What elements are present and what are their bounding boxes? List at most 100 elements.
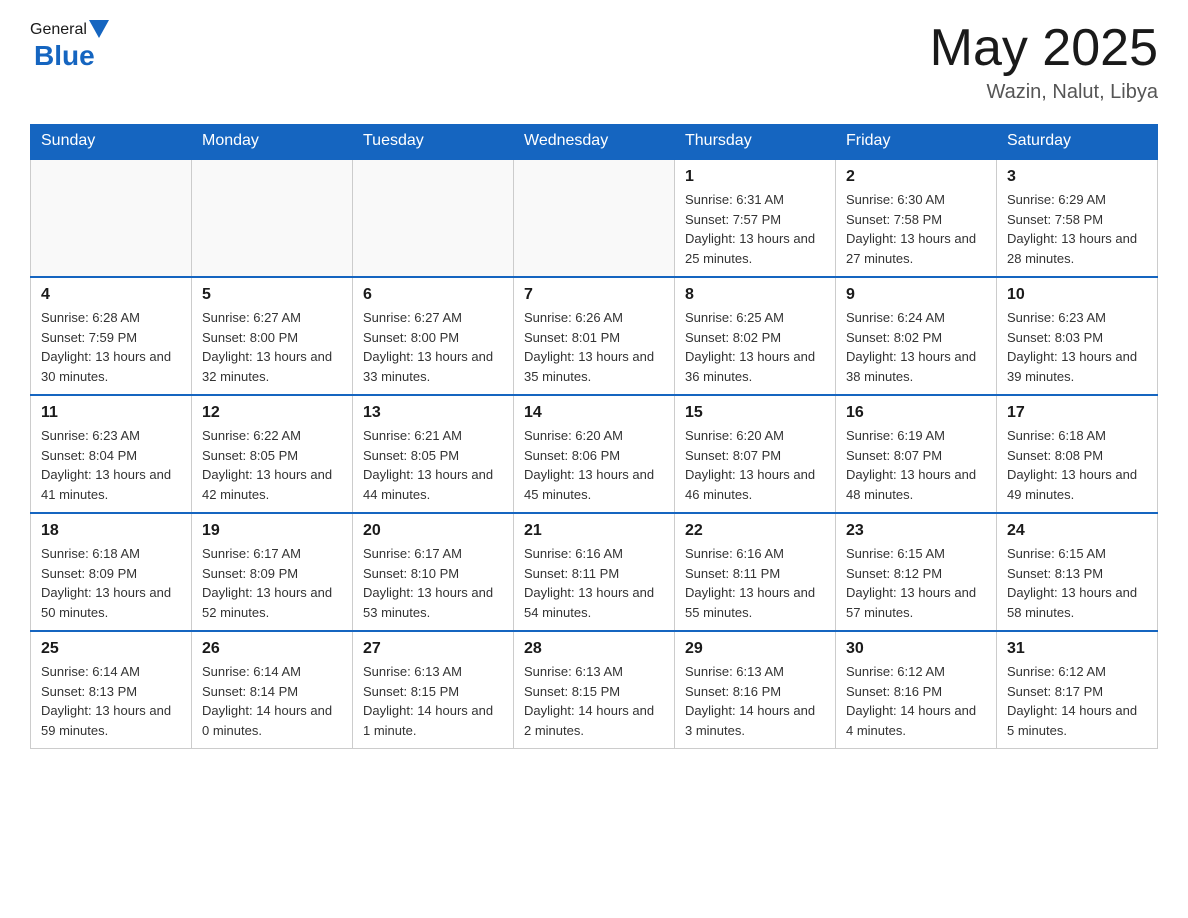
day-number: 11 xyxy=(41,404,181,422)
day-of-week-header: Sunday xyxy=(31,124,192,159)
calendar-cell: 29Sunrise: 6:13 AM Sunset: 8:16 PM Dayli… xyxy=(675,631,836,749)
calendar-cell: 31 Sunrise: 6:12 AM Sunset: 8:17 PM Dayli… xyxy=(997,631,1158,749)
day-of-week-header: Monday xyxy=(192,124,353,159)
day-number: 17 xyxy=(1007,404,1147,422)
day-info: Sunrise: 6:23 AM Sunset: 8:03 PM Dayligh… xyxy=(1007,308,1147,386)
calendar-cell: 13Sunrise: 6:21 AM Sunset: 8:05 PM Dayli… xyxy=(353,395,514,513)
day-info: Sunrise: 6:14 AM Sunset: 8:14 PM Dayligh… xyxy=(202,662,342,740)
day-of-week-header: Saturday xyxy=(997,124,1158,159)
day-info: Sunrise: 6:28 AM Sunset: 7:59 PM Dayligh… xyxy=(41,308,181,386)
day-of-week-header: Wednesday xyxy=(514,124,675,159)
day-info: Sunrise: 6:27 AM Sunset: 8:00 PM Dayligh… xyxy=(202,308,342,386)
day-info: Sunrise: 6:30 AM Sunset: 7:58 PM Dayligh… xyxy=(846,190,986,268)
day-info: Sunrise: 6:12 AM Sunset: 8:16 PM Dayligh… xyxy=(846,662,986,740)
day-number: 19 xyxy=(202,522,342,540)
calendar-cell: 16 Sunrise: 6:19 AM Sunset: 8:07 PM Dayli… xyxy=(836,395,997,513)
calendar-cell: 3 Sunrise: 6:29 AM Sunset: 7:58 PM Daylig… xyxy=(997,159,1158,277)
calendar-cell: 24 Sunrise: 6:15 AM Sunset: 8:13 PM Dayli… xyxy=(997,513,1158,631)
day-info: Sunrise: 6:13 AM Sunset: 8:15 PM Dayligh… xyxy=(524,662,664,740)
day-info: Sunrise: 6:14 AM Sunset: 8:13 PM Dayligh… xyxy=(41,662,181,740)
calendar-cell xyxy=(514,159,675,277)
day-number: 28 xyxy=(524,640,664,658)
calendar-cell xyxy=(353,159,514,277)
calendar-cell: 10 Sunrise: 6:23 AM Sunset: 8:03 PM Dayli… xyxy=(997,277,1158,395)
calendar-cell: 15 Sunrise: 6:20 AM Sunset: 8:07 PM Dayli… xyxy=(675,395,836,513)
day-info: Sunrise: 6:27 AM Sunset: 8:00 PM Dayligh… xyxy=(363,308,503,386)
day-info: Sunrise: 6:15 AM Sunset: 8:12 PM Dayligh… xyxy=(846,544,986,622)
day-info: Sunrise: 6:19 AM Sunset: 8:07 PM Dayligh… xyxy=(846,426,986,504)
day-number: 27 xyxy=(363,640,503,658)
calendar-cell xyxy=(31,159,192,277)
calendar-cell: 21 Sunrise: 6:16 AM Sunset: 8:11 PM Dayli… xyxy=(514,513,675,631)
location-subtitle: Wazin, Nalut, Libya xyxy=(930,81,1158,104)
calendar-cell: 22Sunrise: 6:16 AM Sunset: 8:11 PM Dayli… xyxy=(675,513,836,631)
day-number: 20 xyxy=(363,522,503,540)
calendar-cell: 14 Sunrise: 6:20 AM Sunset: 8:06 PM Dayli… xyxy=(514,395,675,513)
calendar-cell: 27 Sunrise: 6:13 AM Sunset: 8:15 PM Dayli… xyxy=(353,631,514,749)
page-header: General Blue May 2025 Wazin, Nalut, Liby… xyxy=(30,20,1158,104)
day-number: 10 xyxy=(1007,286,1147,304)
day-info: Sunrise: 6:29 AM Sunset: 7:58 PM Dayligh… xyxy=(1007,190,1147,268)
calendar-cell: 1Sunrise: 6:31 AM Sunset: 7:57 PM Daylig… xyxy=(675,159,836,277)
day-info: Sunrise: 6:31 AM Sunset: 7:57 PM Dayligh… xyxy=(685,190,825,268)
day-number: 23 xyxy=(846,522,986,540)
calendar-cell: 26 Sunrise: 6:14 AM Sunset: 8:14 PM Dayli… xyxy=(192,631,353,749)
day-info: Sunrise: 6:23 AM Sunset: 8:04 PM Dayligh… xyxy=(41,426,181,504)
calendar-cell: 4 Sunrise: 6:28 AM Sunset: 7:59 PM Daylig… xyxy=(31,277,192,395)
calendar-cell: 17 Sunrise: 6:18 AM Sunset: 8:08 PM Dayli… xyxy=(997,395,1158,513)
day-number: 7 xyxy=(524,286,664,304)
day-number: 29 xyxy=(685,640,825,658)
day-info: Sunrise: 6:26 AM Sunset: 8:01 PM Dayligh… xyxy=(524,308,664,386)
calendar-week-row: 4 Sunrise: 6:28 AM Sunset: 7:59 PM Daylig… xyxy=(31,277,1158,395)
calendar-cell: 7 Sunrise: 6:26 AM Sunset: 8:01 PM Daylig… xyxy=(514,277,675,395)
day-info: Sunrise: 6:25 AM Sunset: 8:02 PM Dayligh… xyxy=(685,308,825,386)
day-number: 26 xyxy=(202,640,342,658)
calendar-cell: 30 Sunrise: 6:12 AM Sunset: 8:16 PM Dayli… xyxy=(836,631,997,749)
calendar-cell: 28 Sunrise: 6:13 AM Sunset: 8:15 PM Dayli… xyxy=(514,631,675,749)
day-of-week-header: Friday xyxy=(836,124,997,159)
day-info: Sunrise: 6:20 AM Sunset: 8:07 PM Dayligh… xyxy=(685,426,825,504)
calendar-cell: 20 Sunrise: 6:17 AM Sunset: 8:10 PM Dayli… xyxy=(353,513,514,631)
day-info: Sunrise: 6:22 AM Sunset: 8:05 PM Dayligh… xyxy=(202,426,342,504)
day-info: Sunrise: 6:21 AM Sunset: 8:05 PM Dayligh… xyxy=(363,426,503,504)
day-number: 21 xyxy=(524,522,664,540)
day-info: Sunrise: 6:16 AM Sunset: 8:11 PM Dayligh… xyxy=(524,544,664,622)
day-info: Sunrise: 6:17 AM Sunset: 8:10 PM Dayligh… xyxy=(363,544,503,622)
calendar-cell: 9 Sunrise: 6:24 AM Sunset: 8:02 PM Daylig… xyxy=(836,277,997,395)
calendar-cell: 19 Sunrise: 6:17 AM Sunset: 8:09 PM Dayli… xyxy=(192,513,353,631)
day-number: 30 xyxy=(846,640,986,658)
logo-blue-text: Blue xyxy=(34,40,109,72)
day-info: Sunrise: 6:15 AM Sunset: 8:13 PM Dayligh… xyxy=(1007,544,1147,622)
calendar-week-row: 11 Sunrise: 6:23 AM Sunset: 8:04 PM Dayli… xyxy=(31,395,1158,513)
day-info: Sunrise: 6:13 AM Sunset: 8:15 PM Dayligh… xyxy=(363,662,503,740)
day-info: Sunrise: 6:24 AM Sunset: 8:02 PM Dayligh… xyxy=(846,308,986,386)
calendar-cell: 5Sunrise: 6:27 AM Sunset: 8:00 PM Daylig… xyxy=(192,277,353,395)
day-info: Sunrise: 6:20 AM Sunset: 8:06 PM Dayligh… xyxy=(524,426,664,504)
day-info: Sunrise: 6:17 AM Sunset: 8:09 PM Dayligh… xyxy=(202,544,342,622)
day-number: 12 xyxy=(202,404,342,422)
calendar-week-row: 1Sunrise: 6:31 AM Sunset: 7:57 PM Daylig… xyxy=(31,159,1158,277)
calendar-cell: 18Sunrise: 6:18 AM Sunset: 8:09 PM Dayli… xyxy=(31,513,192,631)
day-info: Sunrise: 6:12 AM Sunset: 8:17 PM Dayligh… xyxy=(1007,662,1147,740)
day-number: 31 xyxy=(1007,640,1147,658)
calendar-week-row: 25Sunrise: 6:14 AM Sunset: 8:13 PM Dayli… xyxy=(31,631,1158,749)
logo-triangle-icon xyxy=(89,20,109,38)
calendar-cell: 23 Sunrise: 6:15 AM Sunset: 8:12 PM Dayli… xyxy=(836,513,997,631)
day-number: 6 xyxy=(363,286,503,304)
day-number: 24 xyxy=(1007,522,1147,540)
day-of-week-header: Tuesday xyxy=(353,124,514,159)
day-number: 3 xyxy=(1007,168,1147,186)
calendar-cell: 25Sunrise: 6:14 AM Sunset: 8:13 PM Dayli… xyxy=(31,631,192,749)
day-number: 16 xyxy=(846,404,986,422)
logo: General Blue xyxy=(30,20,109,72)
calendar-table: SundayMondayTuesdayWednesdayThursdayFrid… xyxy=(30,124,1158,749)
day-number: 15 xyxy=(685,404,825,422)
day-number: 4 xyxy=(41,286,181,304)
day-number: 22 xyxy=(685,522,825,540)
calendar-cell: 8 Sunrise: 6:25 AM Sunset: 8:02 PM Daylig… xyxy=(675,277,836,395)
day-number: 8 xyxy=(685,286,825,304)
day-info: Sunrise: 6:18 AM Sunset: 8:08 PM Dayligh… xyxy=(1007,426,1147,504)
day-number: 9 xyxy=(846,286,986,304)
day-number: 14 xyxy=(524,404,664,422)
calendar-week-row: 18Sunrise: 6:18 AM Sunset: 8:09 PM Dayli… xyxy=(31,513,1158,631)
